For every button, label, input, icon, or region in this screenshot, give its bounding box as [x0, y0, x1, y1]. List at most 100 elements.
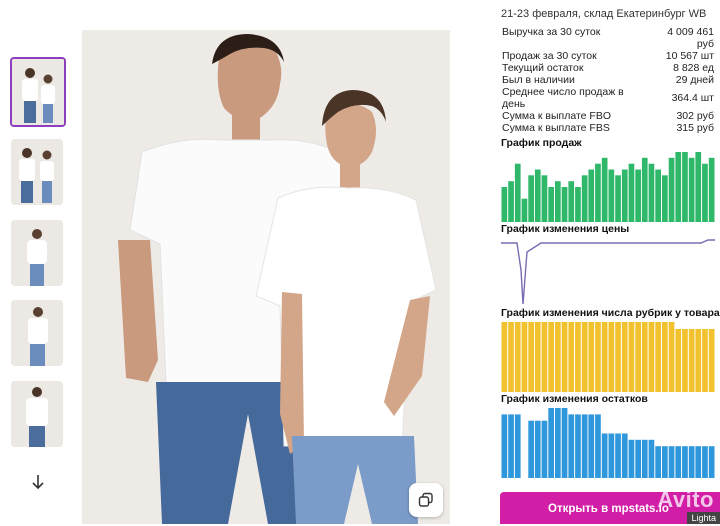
- stock-bar: [648, 439, 655, 478]
- stat-label: Текущий остаток: [502, 62, 584, 74]
- rubrics-bar: [621, 322, 628, 392]
- sales-bar: [581, 175, 588, 222]
- stat-row: Продаж за 30 суток 10 567 шт: [502, 50, 714, 62]
- stat-row: Выручка за 30 суток 4 009 461 руб: [502, 26, 714, 50]
- sales-bar: [648, 163, 655, 222]
- stock-chart: [501, 406, 715, 478]
- stat-value: 29 дней: [675, 74, 714, 86]
- stats-list: Выручка за 30 суток 4 009 461 руб Продаж …: [502, 26, 714, 134]
- stock-bar: [621, 433, 628, 478]
- arrow-down-icon[interactable]: [28, 474, 48, 494]
- thumbnail-strip: [0, 0, 80, 524]
- sales-bar: [641, 157, 648, 222]
- sales-bar: [668, 157, 675, 222]
- stock-bar: [514, 414, 521, 478]
- stock-bar: [702, 446, 708, 478]
- stock-bar: [688, 446, 695, 478]
- sales-bar: [695, 152, 702, 222]
- stat-row: Сумма к выплате FBO 302 руб: [502, 110, 714, 122]
- stock-bar: [575, 414, 581, 478]
- stock-bar: [641, 439, 648, 478]
- panel-header: 21-23 февраля, склад Екатеринбург WB: [501, 8, 707, 20]
- sales-bar: [682, 152, 688, 222]
- stat-row: Сумма к выплате FBS 315 руб: [502, 122, 714, 134]
- rubrics-bar: [655, 322, 661, 392]
- product-photo[interactable]: [82, 30, 450, 524]
- sales-bar: [575, 187, 581, 222]
- rubrics-bar: [581, 322, 588, 392]
- rubrics-bar: [708, 329, 715, 392]
- sales-bar: [628, 163, 635, 222]
- stock-bar: [635, 439, 641, 478]
- rubrics-bar: [668, 322, 675, 392]
- rubrics-bar: [534, 322, 541, 392]
- rubrics-bar: [628, 322, 635, 392]
- stat-value: 302 руб: [676, 110, 714, 122]
- rubrics-bar: [695, 329, 702, 392]
- rubrics-bar: [682, 329, 688, 392]
- rubrics-bar: [635, 322, 641, 392]
- sales-bar: [688, 157, 695, 222]
- mpstats-panel: 21-23 февраля, склад Екатеринбург WB Выр…: [500, 0, 720, 524]
- thumbnail-2[interactable]: [11, 139, 63, 205]
- sales-bar: [528, 175, 534, 222]
- stock-bar: [581, 414, 588, 478]
- rubrics-bar: [601, 322, 608, 392]
- stock-bar: [655, 446, 661, 478]
- rubrics-bar: [648, 322, 655, 392]
- stock-bar: [601, 433, 608, 478]
- stock-bar: [588, 414, 595, 478]
- rubrics-bar: [541, 322, 548, 392]
- rubrics-bar: [641, 322, 648, 392]
- stock-bar: [668, 446, 675, 478]
- stat-label: Сумма к выплате FBS: [502, 122, 610, 134]
- sales-bar: [702, 163, 708, 222]
- stat-value: 364.4 шт: [671, 92, 714, 104]
- sales-bar: [588, 169, 595, 222]
- sales-chart-title: График продаж: [501, 137, 582, 149]
- stat-label: Выручка за 30 суток: [502, 26, 601, 38]
- sales-bar: [561, 187, 568, 222]
- sales-bar: [534, 169, 541, 222]
- stat-row: Среднее число продаж в день 364.4 шт: [502, 86, 714, 110]
- rubrics-bar: [702, 329, 708, 392]
- rubrics-bar: [608, 322, 615, 392]
- stat-row: Был в наличии 29 дней: [502, 74, 714, 86]
- rubrics-bar: [595, 322, 601, 392]
- sales-bar: [568, 181, 575, 222]
- sales-bar: [595, 163, 601, 222]
- sales-bar: [675, 152, 682, 222]
- sales-bar: [501, 187, 508, 222]
- rubrics-bar: [662, 322, 668, 392]
- rubrics-bar: [675, 329, 682, 392]
- thumbnail-3[interactable]: [11, 220, 63, 286]
- stock-bar: [541, 420, 548, 478]
- stock-bar: [675, 446, 682, 478]
- copy-icon[interactable]: [409, 483, 443, 517]
- sales-bar: [608, 169, 615, 222]
- rubrics-bar: [528, 322, 534, 392]
- rubrics-bar: [521, 322, 528, 392]
- thumbnail-1[interactable]: [10, 57, 66, 127]
- sales-bar: [655, 169, 661, 222]
- sales-bar: [508, 181, 514, 222]
- stock-bar: [548, 408, 554, 478]
- rubrics-bar: [588, 322, 595, 392]
- stock-bar: [628, 439, 635, 478]
- sales-bar: [541, 175, 548, 222]
- stat-label: Продаж за 30 суток: [502, 50, 597, 62]
- thumbnail-5[interactable]: [11, 381, 63, 447]
- sales-bar: [635, 169, 641, 222]
- stat-row: Текущий остаток 8 828 ед: [502, 62, 714, 74]
- stock-bar: [561, 408, 568, 478]
- stat-label: Сумма к выплате FBO: [502, 110, 611, 122]
- sales-bar: [662, 175, 668, 222]
- light-badge: Lighta: [687, 512, 720, 524]
- rubrics-bar: [615, 322, 621, 392]
- stock-bar: [555, 408, 561, 478]
- stat-label: Был в наличии: [502, 74, 575, 86]
- thumbnail-4[interactable]: [11, 300, 63, 366]
- rubrics-bar: [561, 322, 568, 392]
- stat-value: 8 828 ед: [673, 62, 714, 74]
- stock-bar: [508, 414, 514, 478]
